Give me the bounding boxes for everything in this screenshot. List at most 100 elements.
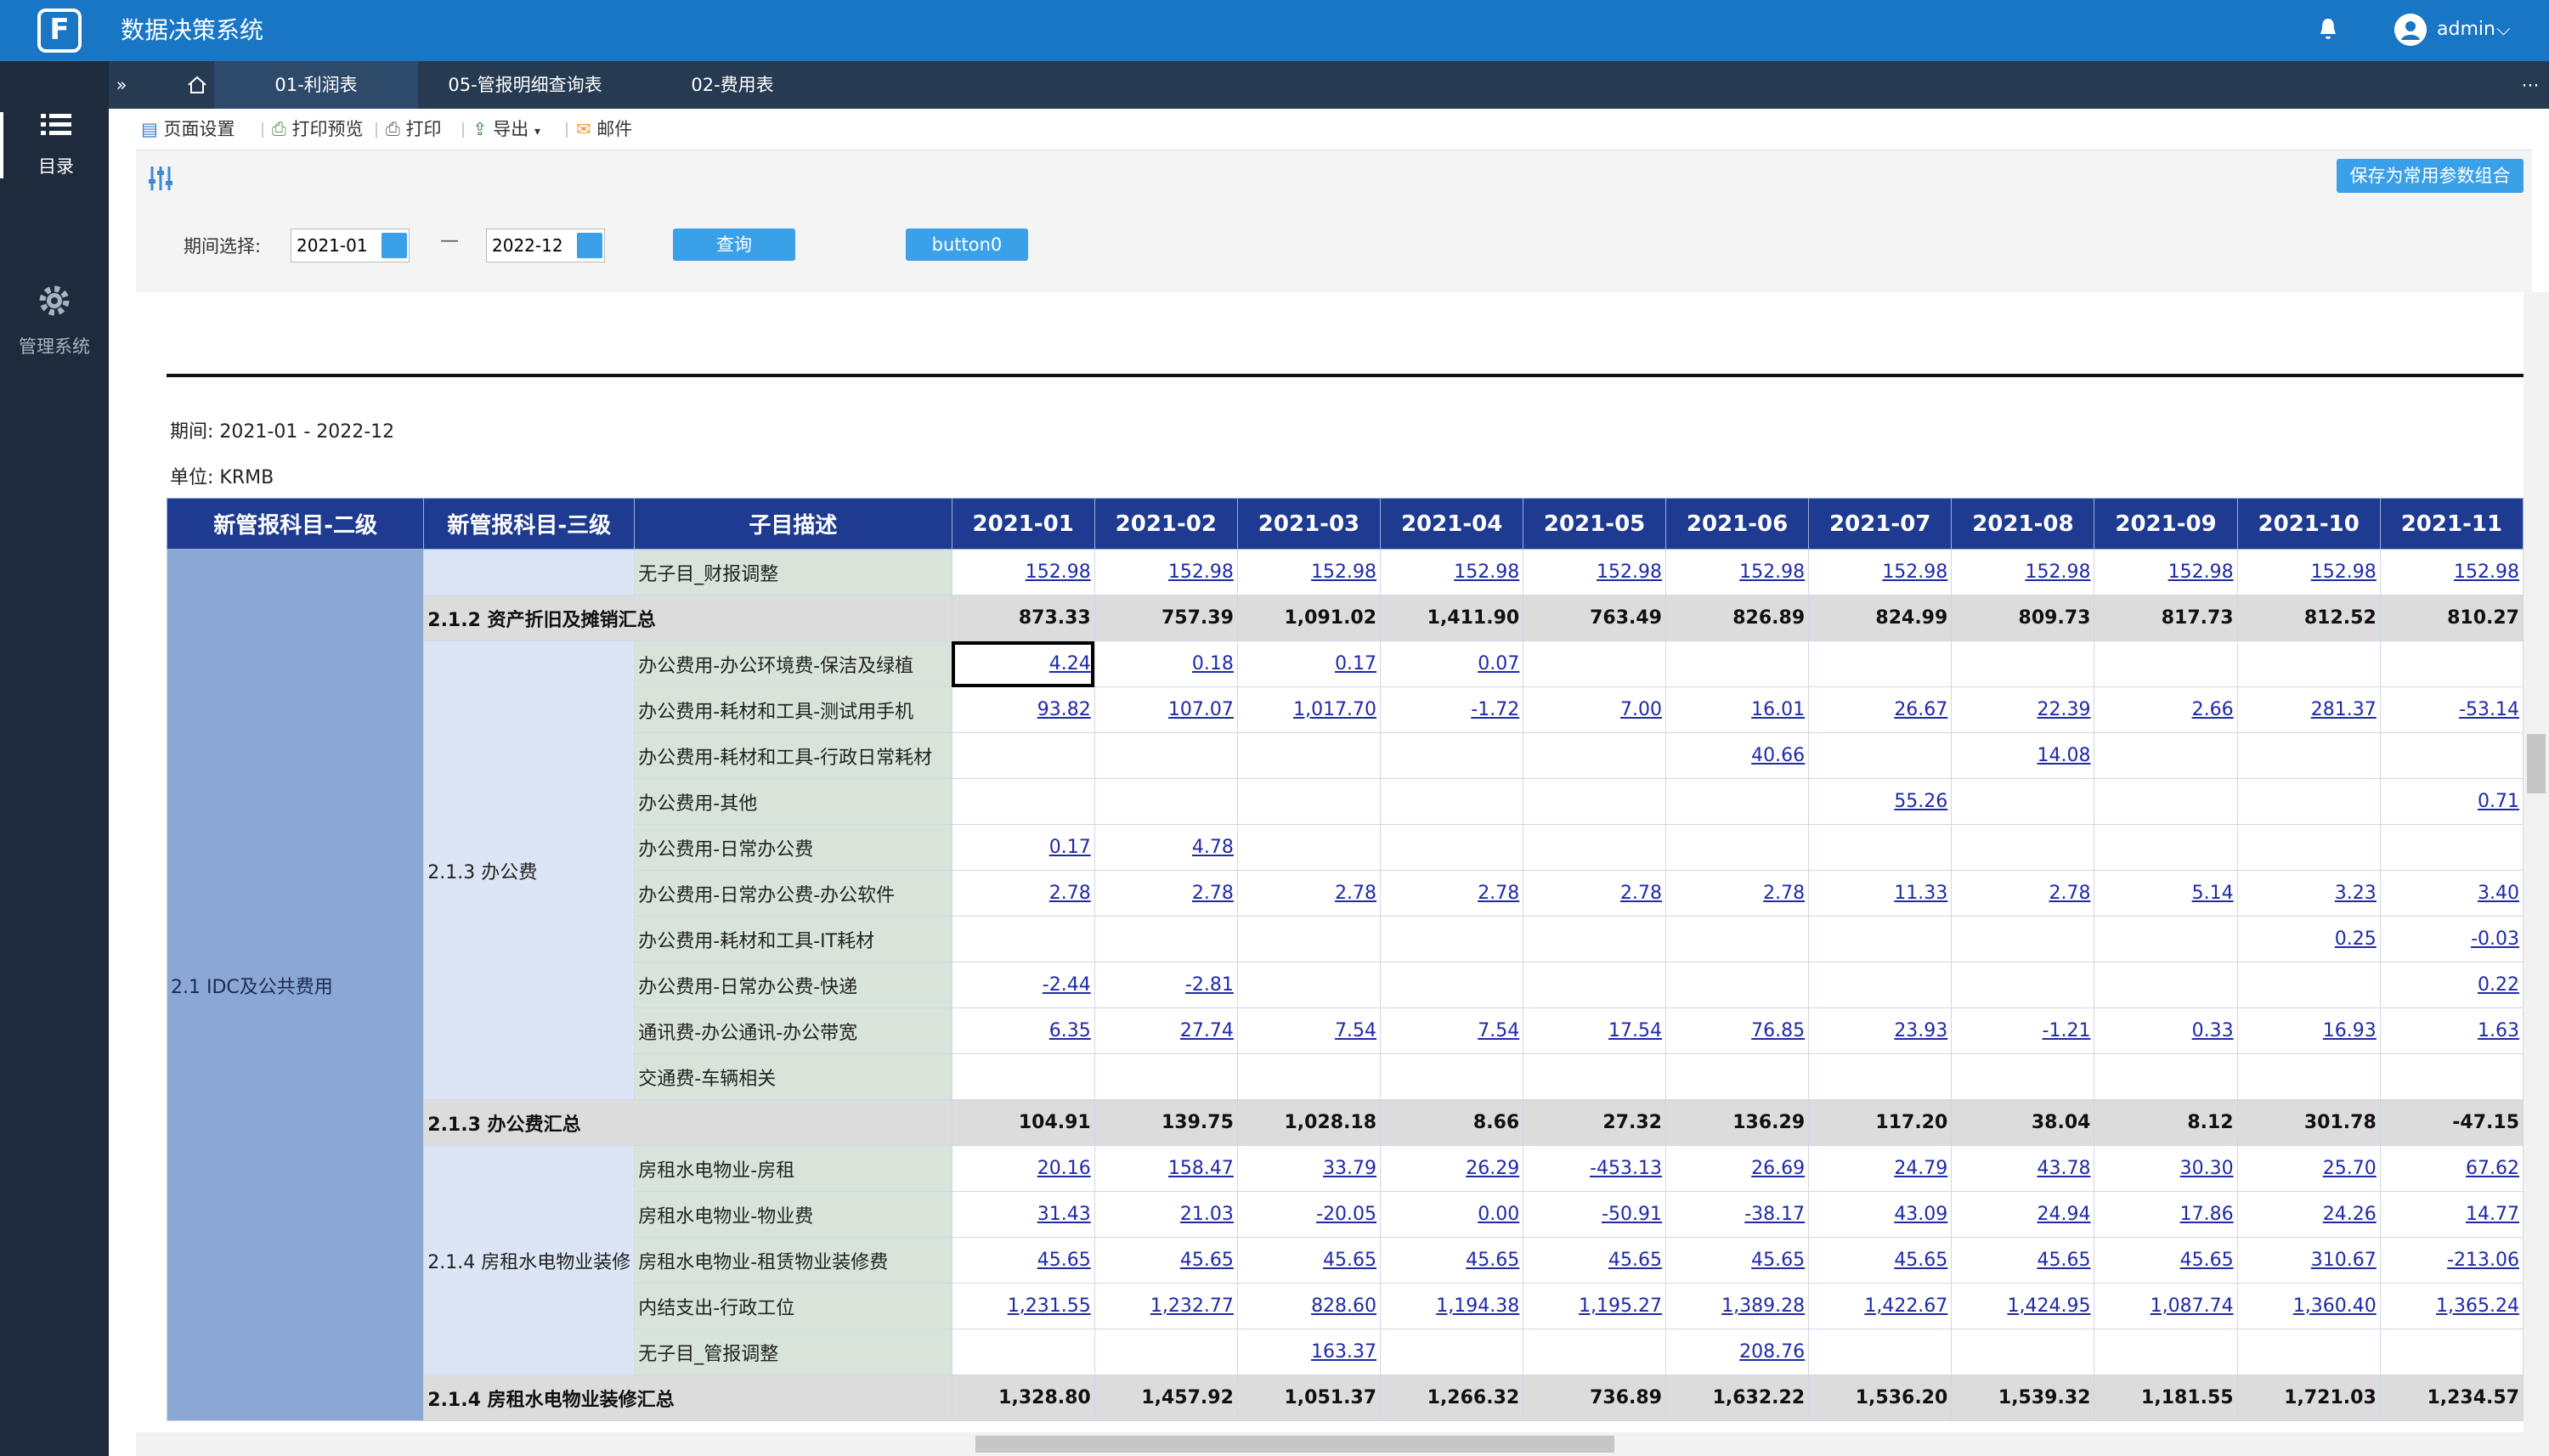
value-link-cell[interactable]: 152.98 — [1808, 549, 1953, 595]
value-link-cell[interactable]: 67.62 — [2379, 1145, 2524, 1192]
value-link-cell[interactable]: 3.40 — [2379, 870, 2524, 917]
value-link-cell[interactable]: 158.47 — [1094, 1145, 1238, 1192]
value-link-cell[interactable]: 6.35 — [951, 1007, 1095, 1054]
sliders-icon[interactable] — [146, 164, 175, 193]
value-link-cell[interactable]: -1.72 — [1380, 686, 1524, 733]
value-link-cell[interactable]: 24.26 — [2236, 1191, 2381, 1238]
horizontal-scrollbar[interactable] — [136, 1432, 2549, 1456]
value-link-cell[interactable]: 0.18 — [1094, 641, 1238, 687]
value-link-cell[interactable]: 45.65 — [1094, 1237, 1238, 1284]
value-link-cell[interactable]: 7.54 — [1236, 1007, 1382, 1054]
more-options-icon[interactable]: ⋯ — [2513, 61, 2547, 109]
print-button[interactable]: ⎙ 打印 — [386, 117, 442, 141]
value-link-cell[interactable]: 163.37 — [1236, 1329, 1382, 1375]
value-link-cell[interactable]: 2.78 — [1236, 870, 1382, 917]
value-link-cell[interactable]: 45.65 — [1664, 1237, 1810, 1284]
value-link-cell[interactable]: 27.74 — [1094, 1007, 1238, 1054]
value-link-cell[interactable]: 310.67 — [2236, 1237, 2381, 1284]
calendar-icon[interactable] — [577, 233, 602, 258]
page-setup-button[interactable]: ▤ 页面设置 — [141, 117, 235, 141]
value-link-cell[interactable]: 14.08 — [1951, 732, 2095, 779]
value-link-cell[interactable]: 152.98 — [1664, 549, 1810, 595]
value-link-cell[interactable]: 45.65 — [951, 1237, 1095, 1284]
value-link-cell[interactable]: 1,389.28 — [1664, 1283, 1810, 1329]
value-link-cell[interactable]: 23.93 — [1808, 1007, 1953, 1054]
value-link-cell[interactable]: 2.78 — [1094, 870, 1238, 917]
vertical-scrollbar[interactable] — [2524, 292, 2549, 1432]
username[interactable]: admin — [2437, 15, 2495, 44]
value-link-cell[interactable]: 2.78 — [1951, 870, 2095, 917]
tab-detail-query[interactable]: 05-管报明细查询表 — [418, 61, 632, 109]
value-link-cell[interactable]: 1,424.95 — [1951, 1283, 2095, 1329]
value-link-cell[interactable]: -53.14 — [2379, 686, 2524, 733]
value-link-cell[interactable]: -0.03 — [2379, 916, 2524, 962]
value-link-cell[interactable]: 17.86 — [2094, 1191, 2238, 1238]
value-link-cell[interactable]: 11.33 — [1808, 870, 1953, 917]
value-link-cell[interactable]: 2.78 — [1664, 870, 1810, 917]
value-link-cell[interactable]: 152.98 — [1951, 549, 2095, 595]
value-link-cell[interactable]: 43.78 — [1951, 1145, 2095, 1192]
value-link-cell[interactable]: -20.05 — [1236, 1191, 1382, 1238]
value-link-cell[interactable]: 1,087.74 — [2094, 1283, 2238, 1329]
value-link-cell[interactable]: 2.78 — [951, 870, 1095, 917]
value-link-cell[interactable]: 4.78 — [1094, 824, 1238, 871]
value-link-cell[interactable]: 20.16 — [951, 1145, 1095, 1192]
value-link-cell[interactable]: -2.81 — [1094, 962, 1238, 1008]
value-link-cell[interactable]: 43.09 — [1808, 1191, 1953, 1238]
value-link-cell[interactable]: 45.65 — [1523, 1237, 1666, 1284]
value-link-cell[interactable]: 152.98 — [1523, 549, 1666, 595]
start-date-input[interactable]: 2021-01 — [291, 229, 410, 262]
value-link-cell[interactable]: 281.37 — [2236, 686, 2381, 733]
value-link-cell[interactable]: 0.17 — [951, 824, 1095, 871]
value-link-cell[interactable]: 45.65 — [1808, 1237, 1953, 1284]
value-link-cell[interactable]: 1.63 — [2379, 1007, 2524, 1054]
value-link-cell[interactable]: 5.14 — [2094, 870, 2238, 917]
value-link-cell[interactable]: 3.23 — [2236, 870, 2381, 917]
sidebar-item-admin[interactable]: 管理系统 — [0, 284, 109, 358]
email-button[interactable]: ✉ 邮件 — [576, 117, 632, 141]
tab-expense[interactable]: 02-费用表 — [632, 61, 833, 109]
value-link-cell[interactable]: 26.69 — [1664, 1145, 1810, 1192]
value-link-cell[interactable]: 152.98 — [2379, 549, 2524, 595]
value-link-cell[interactable]: 16.93 — [2236, 1007, 2381, 1054]
value-link-cell[interactable]: 45.65 — [2094, 1237, 2238, 1284]
value-link-cell[interactable]: 93.82 — [951, 686, 1095, 733]
value-link-cell[interactable]: 4.24 — [951, 641, 1095, 687]
value-link-cell[interactable]: 7.00 — [1523, 686, 1666, 733]
print-preview-button[interactable]: ⎙ 打印预览 — [272, 117, 364, 141]
tab-profit[interactable]: 01-利润表 — [214, 61, 418, 109]
value-link-cell[interactable]: 40.66 — [1664, 732, 1810, 779]
value-link-cell[interactable]: 152.98 — [2236, 549, 2381, 595]
value-link-cell[interactable]: 0.00 — [1380, 1191, 1524, 1238]
value-link-cell[interactable]: 1,017.70 — [1236, 686, 1382, 733]
value-link-cell[interactable]: 152.98 — [951, 549, 1095, 595]
value-link-cell[interactable]: 7.54 — [1380, 1007, 1524, 1054]
value-link-cell[interactable]: 152.98 — [2094, 549, 2238, 595]
value-link-cell[interactable]: -1.21 — [1951, 1007, 2095, 1054]
value-link-cell[interactable]: 14.77 — [2379, 1191, 2524, 1238]
value-link-cell[interactable]: 1,422.67 — [1808, 1283, 1953, 1329]
value-link-cell[interactable]: 2.66 — [2094, 686, 2238, 733]
value-link-cell[interactable]: 1,194.38 — [1380, 1283, 1524, 1329]
value-link-cell[interactable]: 0.33 — [2094, 1007, 2238, 1054]
value-link-cell[interactable]: -38.17 — [1664, 1191, 1810, 1238]
user-avatar-icon[interactable] — [2394, 14, 2427, 46]
end-date-input[interactable]: 2022-12 — [486, 229, 605, 262]
value-link-cell[interactable]: 45.65 — [1236, 1237, 1382, 1284]
value-link-cell[interactable]: 31.43 — [951, 1191, 1095, 1238]
value-link-cell[interactable]: 107.07 — [1094, 686, 1238, 733]
query-button[interactable]: 查询 — [673, 229, 795, 261]
value-link-cell[interactable]: 25.70 — [2236, 1145, 2381, 1192]
export-button[interactable]: ⇪ 导出 ▾ — [472, 117, 540, 144]
chevron-down-icon[interactable]: ⌵ — [2496, 15, 2511, 44]
value-link-cell[interactable]: 1,365.24 — [2379, 1283, 2524, 1329]
value-link-cell[interactable]: 208.76 — [1664, 1329, 1810, 1375]
horizontal-scroll-thumb[interactable] — [975, 1436, 1614, 1453]
value-link-cell[interactable]: 17.54 — [1523, 1007, 1666, 1054]
value-link-cell[interactable]: 22.39 — [1951, 686, 2095, 733]
value-link-cell[interactable]: 1,231.55 — [951, 1283, 1095, 1329]
value-link-cell[interactable]: -2.44 — [951, 962, 1095, 1008]
value-link-cell[interactable]: 0.07 — [1380, 641, 1524, 687]
value-link-cell[interactable]: 24.79 — [1808, 1145, 1953, 1192]
value-link-cell[interactable]: 30.30 — [2094, 1145, 2238, 1192]
